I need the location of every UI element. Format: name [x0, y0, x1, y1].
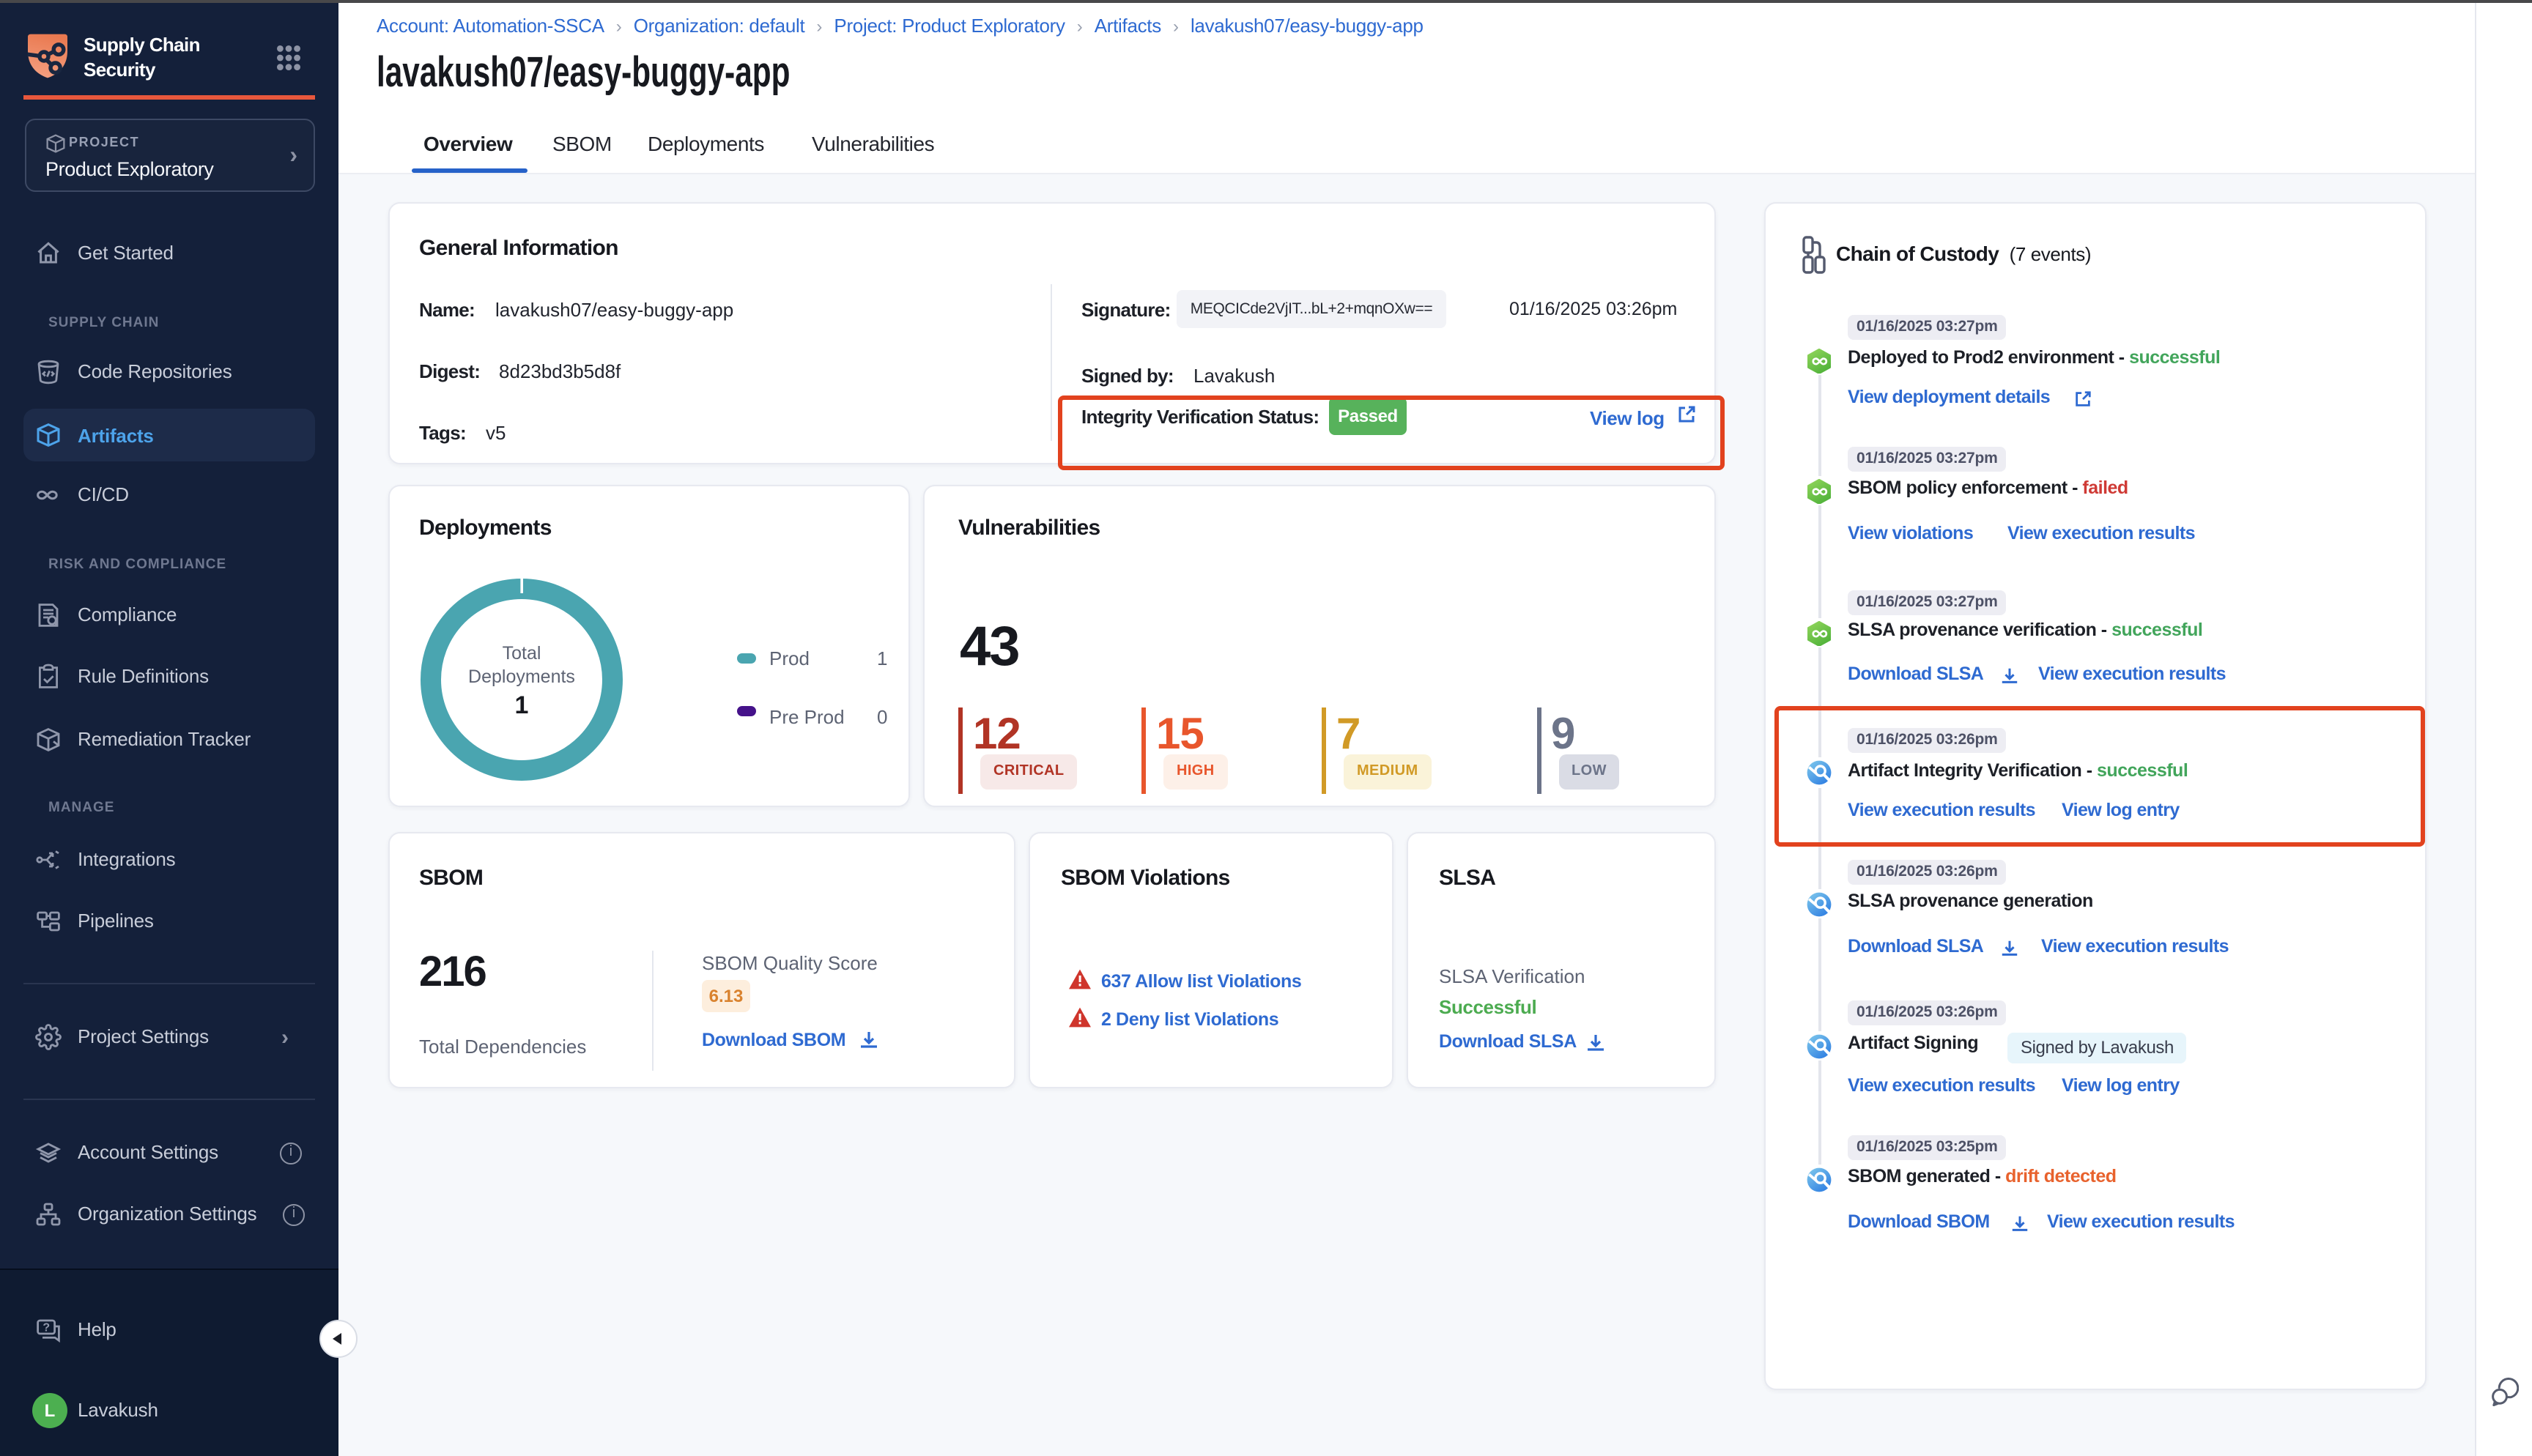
svg-text:?: ? [42, 1322, 50, 1334]
